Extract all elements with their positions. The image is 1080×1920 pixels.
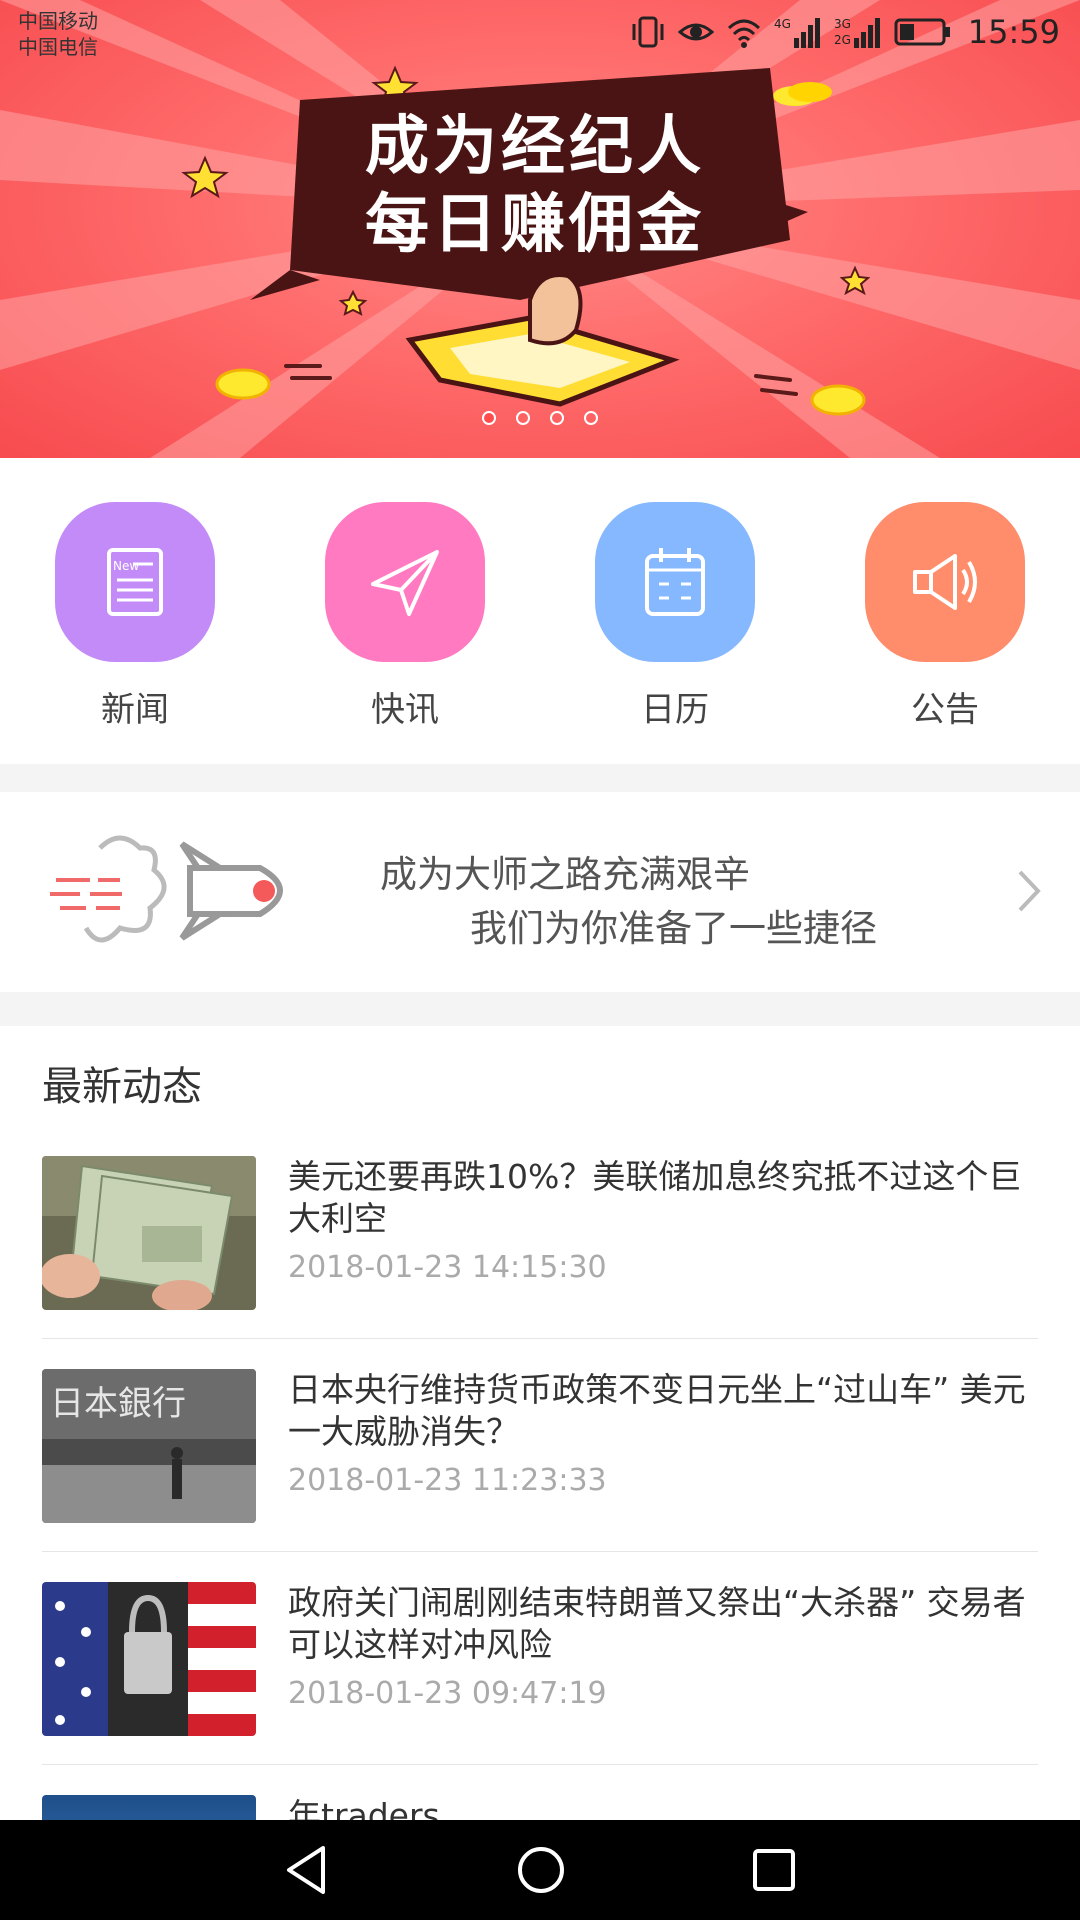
newspaper-icon: New: [55, 502, 215, 662]
quick-item-news[interactable]: New 新闻: [55, 502, 215, 731]
signal-3g-icon: 3G 2G: [834, 17, 880, 48]
quick-item-label: 新闻: [101, 690, 169, 730]
thumb-sign-text: 日本銀行: [50, 1384, 186, 1424]
status-bar: 中国移动 中国电信 4G 3G 2G 15:59: [0, 0, 1080, 64]
news-title-partial: 年traders: [288, 1796, 440, 1820]
quick-menu: New 新闻 快讯 日历 公告: [0, 458, 1080, 764]
paper-plane-icon: [325, 502, 485, 662]
system-navigation-bar: [0, 1820, 1080, 1920]
carrier-2: 中国电信: [18, 35, 98, 59]
promo-line2: 我们为你准备了一些捷径: [470, 907, 877, 950]
quick-item-notice[interactable]: 公告: [865, 502, 1025, 731]
news-item[interactable]: 日本銀行 日本央行维持货币政策不变日元坐上“过山车” 美元一大威胁消失？ 201…: [42, 1339, 1038, 1552]
news-item[interactable]: 年traders: [42, 1765, 1038, 1820]
status-time: 15:59: [967, 13, 1060, 51]
section-title: 最新动态: [42, 1064, 202, 1110]
carousel-dot[interactable]: [550, 411, 564, 425]
svg-text:New: New: [113, 559, 139, 573]
news-time: 2018-01-23 14:15:30: [288, 1250, 607, 1285]
promo-shortcut-card[interactable]: 成为大师之路充满艰辛 我们为你准备了一些捷径: [0, 792, 1080, 992]
news-title: 美元还要再跌10%？美联储加息终究抵不过这个巨大利空: [288, 1157, 1022, 1238]
dollar-bills-photo: [42, 1156, 256, 1310]
carousel-indicator: [0, 411, 1080, 425]
news-title: 政府关门闹剧刚结束特朗普又祭出“大杀器” 交易者可以这样对冲风险: [288, 1583, 1026, 1664]
home-icon[interactable]: [516, 1845, 566, 1895]
back-icon[interactable]: [283, 1844, 331, 1896]
news-item[interactable]: 政府关门闹剧刚结束特朗普又祭出“大杀器” 交易者可以这样对冲风险 2018-01…: [42, 1552, 1038, 1765]
battery-icon: [894, 18, 950, 46]
chevron-right-icon: [1018, 870, 1041, 912]
banner-carousel[interactable]: 成为经纪人 每日赚佣金 中国移动 中国电信 4G 3G 2G 15:59: [0, 0, 1080, 458]
carrier-1: 中国移动: [18, 9, 98, 33]
calendar-icon: [595, 502, 755, 662]
banner-headline-line1: 成为经纪人: [365, 110, 705, 184]
wifi-icon: [727, 19, 760, 48]
quick-item-flash[interactable]: 快讯: [325, 502, 485, 731]
blue-photo: [42, 1795, 256, 1820]
carrier-labels: 中国移动 中国电信: [18, 8, 98, 60]
carousel-dot[interactable]: [482, 411, 496, 425]
vibrate-icon: [632, 16, 664, 48]
padlock-flag-photo: [42, 1582, 256, 1736]
svg-text:3G: 3G: [834, 17, 851, 31]
news-time: 2018-01-23 09:47:19: [288, 1676, 607, 1711]
svg-text:4G: 4G: [774, 17, 791, 31]
latest-news-section: 最新动态 美元还要再跌10%？美联储加息终究抵不过这个巨大利空 2018-01-…: [0, 1026, 1080, 1820]
rocket-icon: [50, 835, 283, 943]
news-item[interactable]: 美元还要再跌10%？美联储加息终究抵不过这个巨大利空 2018-01-23 14…: [42, 1126, 1038, 1339]
quick-item-label: 公告: [911, 690, 979, 730]
recents-icon[interactable]: [751, 1847, 797, 1893]
quick-item-calendar[interactable]: 日历: [595, 502, 755, 731]
megaphone-icon: [865, 502, 1025, 662]
eye-icon: [677, 23, 714, 41]
carousel-dot[interactable]: [584, 411, 598, 425]
promo-line1: 成为大师之路充满艰辛: [380, 853, 750, 896]
news-title: 日本央行维持货币政策不变日元坐上“过山车” 美元一大威胁消失？: [288, 1370, 1026, 1451]
quick-item-label: 快讯: [371, 690, 439, 730]
bank-of-japan-photo: 日本銀行: [42, 1369, 256, 1523]
quick-item-label: 日历: [641, 690, 709, 730]
signal-4g-icon: 4G: [774, 17, 820, 48]
banner-headline-line2: 每日赚佣金: [365, 188, 705, 262]
svg-text:2G: 2G: [834, 33, 851, 47]
carousel-dot[interactable]: [516, 411, 530, 425]
news-time: 2018-01-23 11:23:33: [288, 1463, 607, 1498]
